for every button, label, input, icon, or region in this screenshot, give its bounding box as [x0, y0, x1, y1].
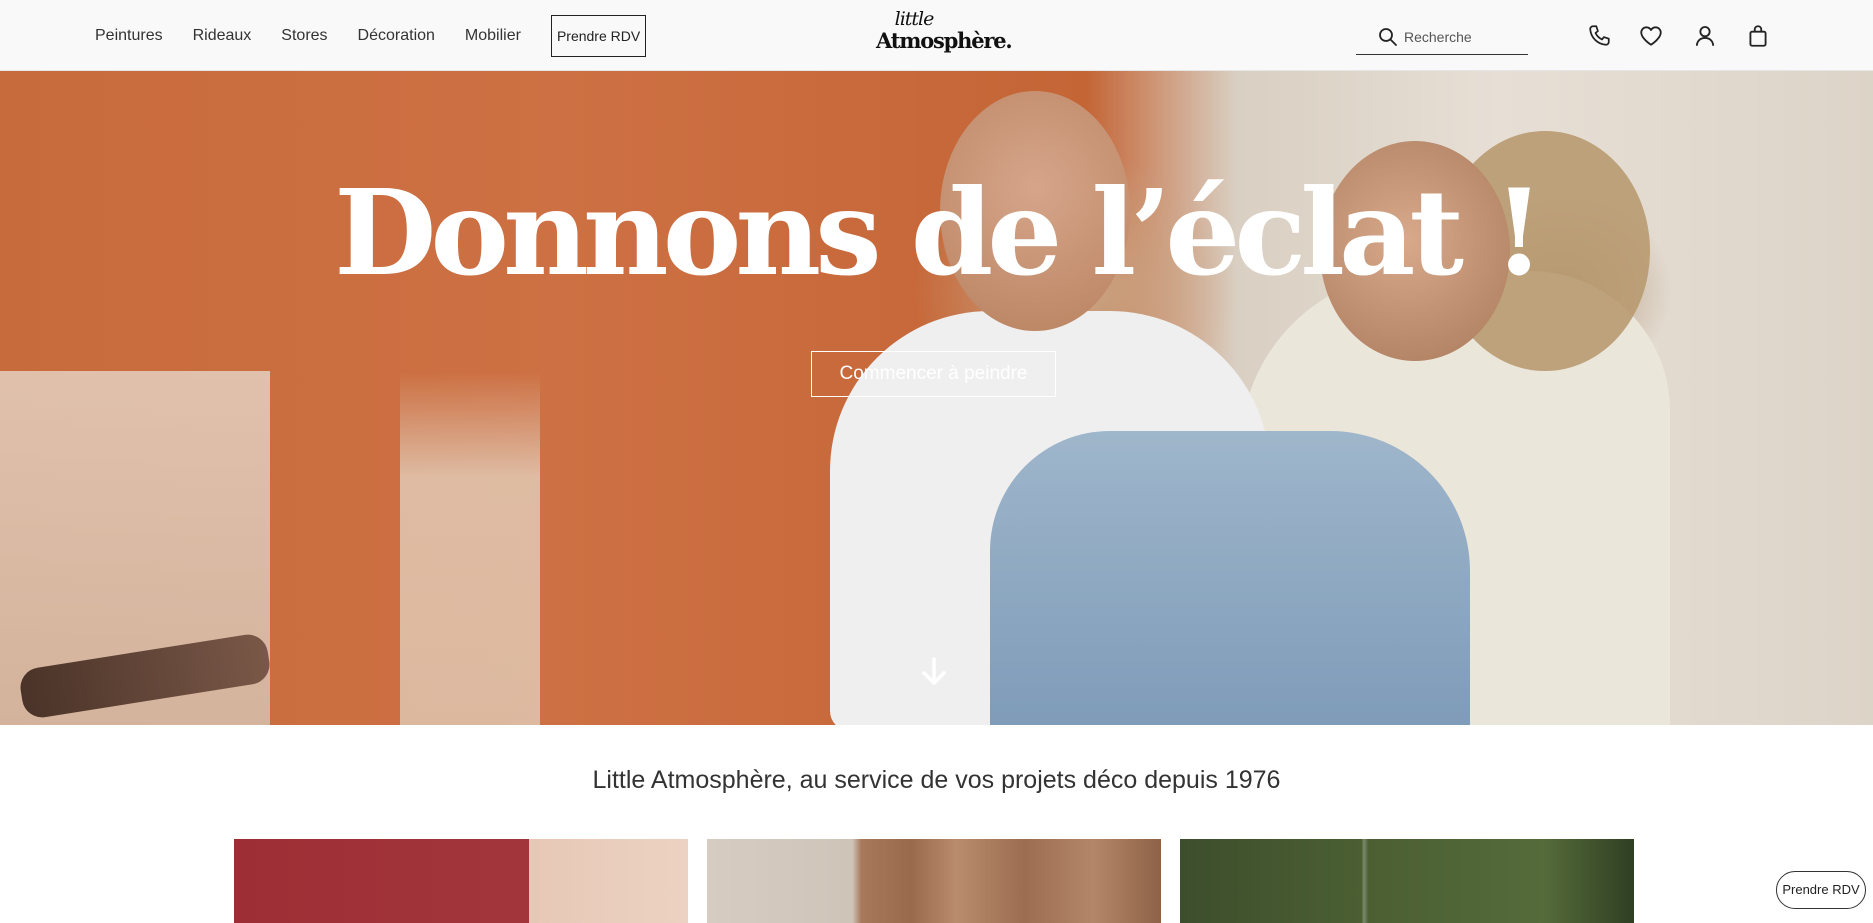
arrow-down-icon[interactable] — [921, 657, 947, 687]
nav-item-rideaux[interactable]: Rideaux — [193, 27, 252, 45]
search-placeholder: Recherche — [1404, 29, 1472, 45]
brand-tagline: Little Atmosphère, au service de vos pro… — [592, 766, 1281, 794]
hero-banner: Donnons de l’éclat ! Commencer à peindre — [0, 71, 1873, 725]
category-card-paint[interactable] — [234, 839, 688, 923]
bag-icon[interactable] — [1745, 23, 1771, 49]
heart-icon[interactable] — [1638, 23, 1664, 49]
hero-title: Donnons de l’éclat ! — [334, 163, 1545, 302]
category-card-curtains[interactable] — [707, 839, 1161, 923]
logo-little: little — [894, 8, 935, 30]
hero-photo-jeans — [990, 431, 1470, 725]
hero-photo-paint-drip — [400, 371, 540, 725]
user-icon[interactable] — [1692, 23, 1718, 49]
nav-item-decoration[interactable]: Décoration — [358, 27, 435, 45]
nav-item-mobilier[interactable]: Mobilier — [465, 27, 521, 45]
phone-icon[interactable] — [1586, 23, 1612, 49]
nav-item-peintures[interactable]: Peintures — [95, 27, 163, 45]
floating-book-appointment-button[interactable]: Prendre RDV — [1776, 871, 1866, 909]
book-appointment-button[interactable]: Prendre RDV — [550, 14, 647, 57]
site-header: Peintures Rideaux Stores Décoration Mobi… — [0, 0, 1873, 71]
nav-item-stores[interactable]: Stores — [281, 27, 327, 45]
category-card-blinds[interactable] — [1180, 839, 1634, 923]
search-field[interactable]: Recherche — [1356, 20, 1528, 55]
main-nav: Peintures Rideaux Stores Décoration Mobi… — [95, 0, 647, 71]
search-icon — [1379, 28, 1397, 46]
start-painting-button[interactable]: Commencer à peindre — [811, 351, 1056, 397]
logo-main: Atmosphère. — [876, 28, 1013, 53]
site-logo[interactable]: little Atmosphère. — [876, 9, 1013, 61]
